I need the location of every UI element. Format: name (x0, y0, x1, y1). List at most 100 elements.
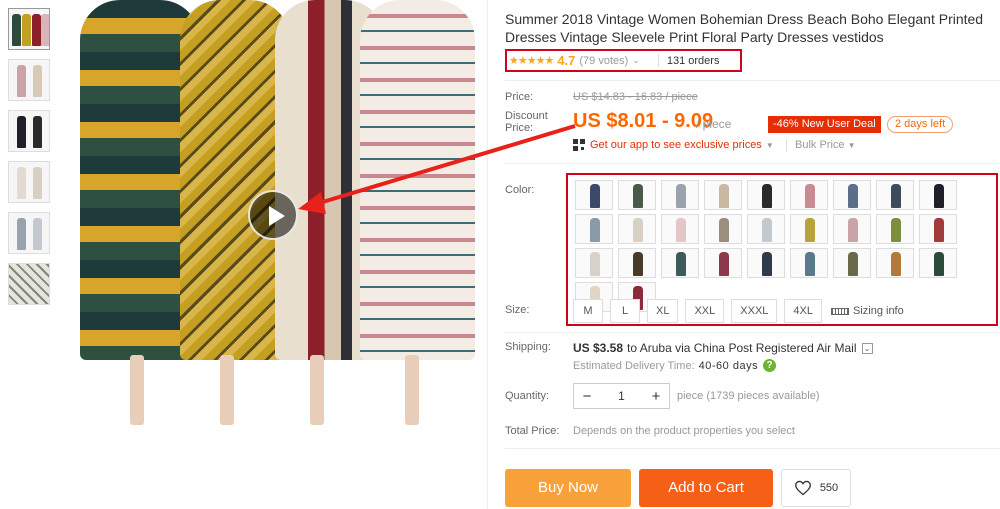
color-swatch[interactable] (661, 180, 699, 210)
thumbnail-figure (17, 218, 26, 250)
shipping-label: Shipping: (505, 341, 551, 353)
swatch-dress-image (762, 252, 772, 276)
color-swatch[interactable] (661, 214, 699, 244)
size-option-xl[interactable]: XL (647, 299, 679, 323)
product-info-panel: Summer 2018 Vintage Women Bohemian Dress… (505, 0, 1000, 509)
thumbnail[interactable] (8, 212, 50, 254)
color-swatch[interactable] (833, 248, 871, 278)
thumbnail-figure (33, 65, 42, 97)
thumbnail[interactable] (8, 263, 50, 305)
divider (786, 140, 787, 152)
thumbnail-figure (33, 218, 42, 250)
swatch-dress-image (891, 184, 901, 208)
app-promo-link[interactable]: Get our app to see exclusive prices ▼ (573, 139, 774, 151)
chevron-down-icon[interactable]: ⌄ (861, 342, 873, 354)
chevron-down-icon[interactable]: ⌄ (632, 55, 640, 66)
thumbnail-figure (17, 167, 26, 199)
color-swatch[interactable] (833, 180, 871, 210)
sizing-info-link[interactable]: Sizing info (830, 299, 904, 323)
color-swatch[interactable] (876, 248, 914, 278)
size-option-xxxl[interactable]: XXXL (731, 299, 778, 323)
add-to-cart-button[interactable]: Add to Cart (639, 469, 773, 507)
swatch-dress-image (934, 252, 944, 276)
color-swatch[interactable] (704, 248, 742, 278)
product-title: Summer 2018 Vintage Women Bohemian Dress… (505, 11, 984, 45)
color-swatch[interactable] (575, 214, 613, 244)
play-icon[interactable] (248, 190, 298, 240)
countdown-badge: 2 days left (887, 116, 954, 133)
decrement-button[interactable]: − (574, 388, 600, 405)
divider (505, 163, 1000, 164)
swatch-dress-image (676, 252, 686, 276)
thumbnail[interactable] (8, 8, 50, 50)
swatch-dress-image (633, 184, 643, 208)
quantity-stepper: − 1 + (573, 383, 670, 409)
main-product-image[interactable] (60, 0, 480, 440)
swatch-dress-image (633, 218, 643, 242)
thumbnail-figure (32, 14, 41, 46)
total-price-hint: Depends on the product properties you se… (573, 425, 795, 437)
rating-summary: ★★★★★ 4.7 (79 votes) ⌄ 131 orders (505, 49, 742, 72)
color-swatch[interactable] (833, 214, 871, 244)
bulk-price-dropdown[interactable]: Bulk Price ▼ (795, 139, 856, 151)
divider (505, 332, 1000, 333)
color-swatch[interactable] (919, 248, 957, 278)
color-swatch[interactable] (618, 180, 656, 210)
size-option-l[interactable]: L (610, 299, 640, 323)
color-swatch[interactable] (575, 248, 613, 278)
color-swatch[interactable] (876, 180, 914, 210)
thumbnail-figure (22, 14, 31, 46)
wishlist-button[interactable]: 550 (781, 469, 851, 507)
thumbnail[interactable] (8, 110, 50, 152)
swatch-dress-image (633, 252, 643, 276)
size-option-m[interactable]: M (573, 299, 603, 323)
swatch-dress-image (719, 218, 729, 242)
size-option-xxl[interactable]: XXL (685, 299, 725, 323)
color-swatch[interactable] (704, 180, 742, 210)
color-swatch[interactable] (661, 248, 699, 278)
quantity-input[interactable]: 1 (600, 389, 643, 403)
color-swatch[interactable] (790, 180, 828, 210)
swatch-dress-image (805, 218, 815, 242)
color-swatch[interactable] (919, 214, 957, 244)
increment-button[interactable]: + (643, 388, 669, 405)
ruler-icon (830, 307, 849, 315)
color-swatch[interactable] (618, 214, 656, 244)
dress-figure (360, 0, 475, 360)
color-swatch[interactable] (790, 248, 828, 278)
color-swatch[interactable] (747, 248, 785, 278)
star-rating-icon: ★★★★★ (509, 55, 554, 67)
color-swatch-list (575, 180, 995, 312)
size-option-4xl[interactable]: 4XL (784, 299, 822, 323)
color-swatch[interactable] (747, 180, 785, 210)
quantity-available: piece (1739 pieces available) (677, 390, 820, 402)
color-swatch[interactable] (747, 214, 785, 244)
swatch-dress-image (805, 252, 815, 276)
buy-now-button[interactable]: Buy Now (505, 469, 631, 507)
color-label: Color: (505, 184, 535, 196)
color-swatch[interactable] (919, 180, 957, 210)
color-swatch[interactable] (704, 214, 742, 244)
model-leg (130, 355, 144, 425)
caret-down-icon: ▼ (765, 140, 774, 150)
wishlist-count: 550 (819, 482, 839, 494)
divider (505, 448, 1000, 449)
thumbnail[interactable] (8, 59, 50, 101)
color-swatch[interactable] (876, 214, 914, 244)
thumbnail[interactable] (8, 161, 50, 203)
model-leg (310, 355, 324, 425)
color-swatch[interactable] (618, 248, 656, 278)
votes-link[interactable]: (79 votes) (579, 55, 628, 67)
heart-icon (794, 480, 811, 496)
quantity-label: Quantity: (505, 390, 550, 402)
help-icon[interactable]: ? (763, 359, 777, 372)
color-swatch[interactable] (575, 180, 613, 210)
discount-price: US $8.01 - 9.09 (573, 110, 714, 132)
original-price: US $14.83 - 16.83 / piece (573, 91, 698, 103)
swatch-dress-image (891, 252, 901, 276)
swatch-dress-image (848, 252, 858, 276)
divider (505, 80, 1000, 81)
price-label: Price: (505, 91, 534, 103)
color-swatch[interactable] (790, 214, 828, 244)
thumbnail-list (8, 8, 50, 314)
